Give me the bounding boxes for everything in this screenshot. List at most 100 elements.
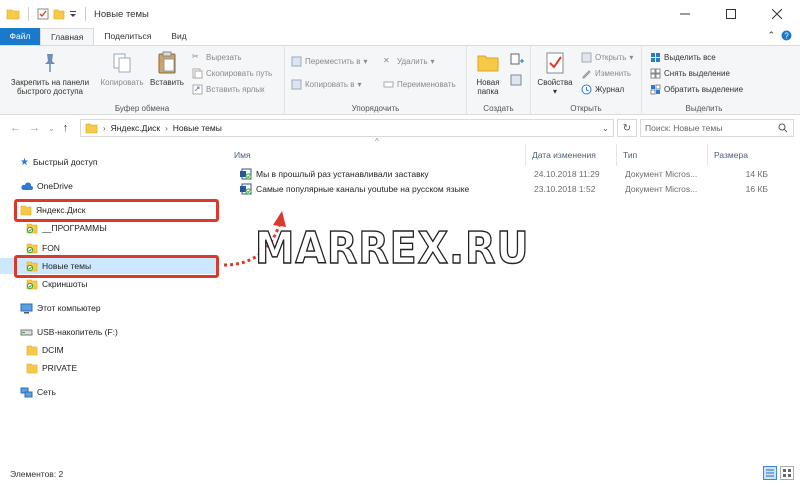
nav-usb-drive[interactable]: USB-накопитель (F:)	[0, 324, 118, 340]
properties-large-icon	[546, 52, 564, 74]
file-name: Самые популярные каналы youtube на русск…	[256, 184, 470, 194]
maximize-icon	[726, 9, 736, 19]
tab-home[interactable]: Главная	[40, 28, 95, 45]
breadcrumb-chevron-icon[interactable]: ›	[103, 124, 106, 133]
column-name[interactable]: Имя	[228, 144, 526, 166]
search-input[interactable]: Поиск: Новые темы	[640, 119, 794, 137]
nav-onedrive[interactable]: OneDrive	[0, 178, 73, 194]
organize-group-label: Упорядочить	[351, 104, 400, 113]
move-to-dropdown-icon: ▾	[363, 57, 368, 66]
recent-dropdown-icon[interactable]: ⌄	[48, 124, 55, 133]
navigation-pane: ★ Быстрый доступ OneDrive Яндекс.Диск __…	[0, 146, 224, 456]
file-type: Документ Micros...	[625, 184, 698, 194]
help-icon[interactable]: ?	[781, 30, 792, 41]
up-arrow-icon[interactable]: ↑	[63, 122, 69, 134]
nav-network[interactable]: Сеть	[0, 384, 56, 400]
address-dropdown-icon[interactable]: ⌄	[602, 123, 609, 134]
properties-icon[interactable]	[37, 8, 49, 20]
tab-share[interactable]: Поделиться	[94, 28, 161, 45]
star-icon: ★	[20, 156, 29, 168]
maximize-button[interactable]	[708, 0, 754, 28]
nav-dcim[interactable]: DCIM	[0, 342, 64, 358]
details-view-button[interactable]	[763, 466, 777, 480]
nav-programs[interactable]: __ПРОГРАММЫ	[0, 220, 107, 236]
nav-quick-access[interactable]: ★ Быстрый доступ	[0, 154, 98, 170]
file-size: 14 КБ	[745, 169, 768, 179]
select-group: Выделить все Снять выделение Обратить вы…	[642, 46, 766, 115]
new-folder-large-icon	[477, 55, 499, 72]
edit-button[interactable]: Изменить	[581, 68, 631, 79]
details-view-icon	[766, 469, 774, 477]
collapse-ribbon-icon[interactable]: ⌃	[767, 30, 775, 41]
large-icons-view-button[interactable]	[780, 466, 794, 480]
open-button[interactable]: Открыть ▾	[581, 52, 633, 63]
cut-button[interactable]: ✂ Вырезать	[192, 52, 242, 63]
rename-button[interactable]: Переименовать	[383, 79, 456, 90]
easy-access-icon[interactable]	[509, 72, 525, 88]
column-type[interactable]: Тип	[617, 144, 708, 166]
tab-view[interactable]: Вид	[161, 28, 196, 45]
watermark: MARREX.RU	[254, 222, 530, 274]
column-size[interactable]: Размера	[708, 144, 772, 166]
select-none-icon	[650, 68, 661, 79]
close-button[interactable]	[754, 0, 800, 28]
paste-label: Вставить	[150, 78, 184, 87]
refresh-icon: ↻	[622, 122, 632, 134]
nav-screenshots[interactable]: Скриншоты	[0, 276, 87, 292]
back-arrow-icon[interactable]: ←	[10, 122, 21, 134]
open-group: Свойства ▾ Открыть ▾ Изменить Журнал Откр…	[531, 46, 642, 115]
invert-selection-button[interactable]: Обратить выделение	[650, 84, 743, 95]
highlight-yandex-disk	[14, 199, 219, 222]
folder-icon	[26, 363, 38, 373]
copy-label: Копировать	[100, 78, 144, 87]
delete-dropdown-icon: ▾	[430, 57, 435, 66]
breadcrumb-yandex-disk[interactable]: Яндекс.Диск	[111, 123, 160, 133]
breadcrumb-chevron-icon[interactable]: ›	[165, 124, 168, 133]
copy-icon	[113, 53, 131, 73]
sort-indicator-icon: ^	[375, 137, 379, 146]
nav-this-pc[interactable]: Этот компьютер	[0, 300, 101, 316]
window-title: Новые темы	[94, 8, 149, 20]
new-folder-button[interactable]: Новая папка	[471, 50, 505, 96]
synced-folder-icon	[26, 279, 38, 289]
breadcrumb-new-themes[interactable]: Новые темы	[173, 123, 222, 133]
paste-button[interactable]: Вставить	[146, 50, 188, 87]
address-row: ← → ⌄ ↑ › Яндекс.Диск › Новые темы ⌄ ↻ П…	[0, 116, 800, 140]
file-row[interactable]: Мы в прошлый раз устанавливали заставку …	[228, 167, 788, 181]
open-icon	[581, 52, 592, 63]
paste-shortcut-button[interactable]: Вставить ярлык	[192, 84, 265, 95]
nav-private[interactable]: PRIVATE	[0, 360, 77, 376]
close-icon	[772, 9, 782, 19]
network-icon	[20, 387, 33, 397]
search-placeholder: Поиск: Новые темы	[645, 123, 723, 133]
select-all-button[interactable]: Выделить все	[650, 52, 716, 63]
new-item-icon[interactable]	[509, 52, 525, 68]
delete-button[interactable]: ✕ Удалить ▾	[383, 56, 435, 67]
edit-icon	[582, 70, 591, 79]
file-row[interactable]: Самые популярные каналы youtube на русск…	[228, 182, 788, 196]
address-bar[interactable]: › Яндекс.Диск › Новые темы ⌄	[80, 119, 614, 137]
minimize-button[interactable]	[662, 0, 708, 28]
create-group-label: Создать	[483, 104, 514, 113]
column-date[interactable]: Дата изменения	[526, 144, 617, 166]
move-to-icon	[291, 56, 302, 67]
select-all-icon	[651, 53, 660, 62]
pin-quick-access-button[interactable]: Закрепить на панели быстрого доступа	[4, 50, 96, 96]
synced-folder-icon	[26, 243, 38, 253]
title-bar: Новые темы	[0, 0, 800, 28]
forward-arrow-icon[interactable]: →	[29, 122, 40, 134]
history-icon	[581, 84, 592, 95]
nav-fon[interactable]: FON	[0, 240, 60, 256]
copy-button[interactable]: Копировать	[94, 50, 150, 87]
move-to-button[interactable]: Переместить в ▾	[291, 56, 368, 67]
copy-to-button[interactable]: Копировать в ▾	[291, 79, 362, 90]
properties-button[interactable]: Свойства ▾	[535, 50, 575, 96]
tab-file[interactable]: Файл	[0, 28, 40, 45]
customize-dropdown-icon[interactable]	[69, 8, 77, 20]
new-folder-icon[interactable]	[53, 8, 65, 20]
copy-path-button[interactable]: Скопировать путь	[192, 68, 272, 79]
refresh-button[interactable]: ↻	[617, 119, 637, 137]
select-none-button[interactable]: Снять выделение	[650, 68, 730, 79]
history-button[interactable]: Журнал	[581, 84, 624, 95]
file-date: 24.10.2018 11:29	[534, 169, 600, 179]
